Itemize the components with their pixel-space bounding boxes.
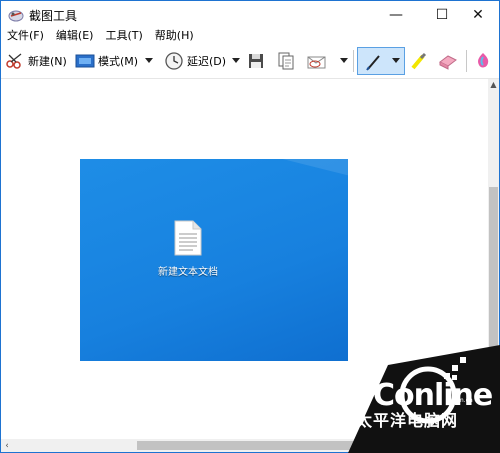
menu-help[interactable]: 帮助(H): [155, 28, 194, 44]
email-dropdown-arrow[interactable]: [339, 53, 349, 67]
new-button[interactable]: 新建(N): [5, 49, 67, 73]
paint3d-button[interactable]: [473, 49, 493, 73]
desktop-icon-label: 新建文本文档: [158, 267, 218, 278]
save-button[interactable]: [247, 49, 265, 73]
scroll-up-arrow-icon[interactable]: ▲: [488, 79, 499, 90]
clock-icon: [165, 52, 183, 70]
horizontal-scroll-thumb[interactable]: [137, 441, 363, 450]
toolbar: 新建(N) 模式(M) 延迟(D): [1, 44, 499, 79]
pen-button[interactable]: [357, 47, 405, 75]
send-email-button[interactable]: [306, 49, 328, 73]
watermark-domain: .com.cn: [449, 397, 473, 404]
copy-button[interactable]: [277, 49, 295, 73]
menu-tools[interactable]: 工具(T): [105, 28, 142, 44]
mode-icon: [75, 54, 95, 68]
pen-dropdown-arrow[interactable]: [392, 58, 400, 63]
snipping-tool-app-icon: [8, 10, 24, 22]
new-label: 新建(N): [28, 55, 67, 68]
toolbar-separator-2: [466, 50, 467, 72]
scissors-icon: [6, 53, 22, 69]
watermark-chinese-name: 太平洋电脑网: [356, 411, 459, 430]
mode-dropdown-arrow[interactable]: [144, 53, 154, 67]
scroll-left-arrow-icon[interactable]: ‹: [1, 439, 13, 452]
highlighter-button[interactable]: [409, 49, 429, 73]
highlighter-icon: [411, 52, 427, 70]
text-document-icon: [174, 220, 202, 256]
eraser-icon: [439, 55, 457, 70]
menu-bar: 文件(F) 编辑(E) 工具(T) 帮助(H): [1, 28, 499, 44]
title-bar: 截图工具 — ☐ ✕: [1, 1, 499, 28]
desktop-light-streak: [134, 159, 348, 195]
copy-icon: [278, 52, 294, 70]
paint3d-icon: [478, 53, 489, 68]
delay-button[interactable]: 延迟(D): [164, 49, 226, 73]
captured-screenshot: 新建文本文档: [80, 159, 348, 361]
delay-label: 延迟(D): [187, 55, 227, 68]
toolbar-separator: [353, 50, 354, 72]
eraser-button[interactable]: [437, 49, 459, 73]
pen-icon: [366, 55, 380, 71]
menu-edit[interactable]: 编辑(E): [56, 28, 94, 44]
minimize-button[interactable]: —: [373, 1, 419, 28]
menu-file[interactable]: 文件(F): [7, 28, 44, 44]
window-title: 截图工具: [29, 9, 78, 23]
close-button[interactable]: ✕: [455, 1, 499, 28]
mode-button[interactable]: 模式(M): [75, 49, 138, 73]
save-icon: [249, 54, 263, 68]
mode-label: 模式(M): [98, 55, 139, 68]
delay-dropdown-arrow[interactable]: [231, 53, 241, 67]
email-icon: [307, 56, 326, 69]
